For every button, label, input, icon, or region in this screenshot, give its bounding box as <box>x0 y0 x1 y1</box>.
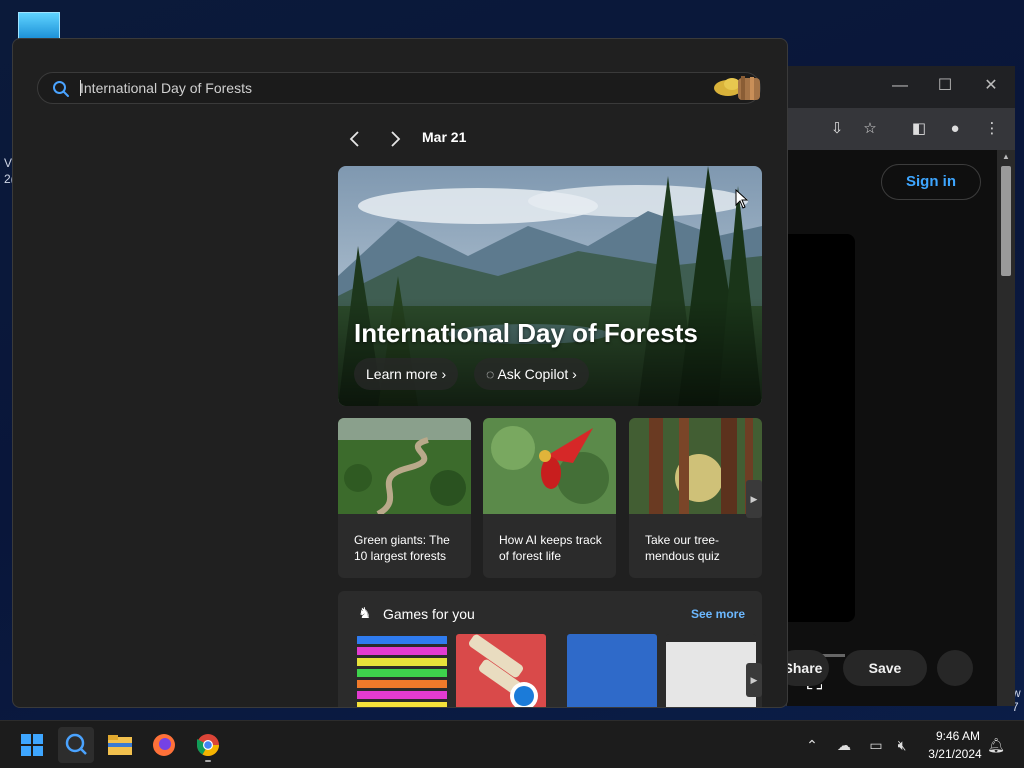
chevron-right-icon: › <box>572 366 577 382</box>
article-card[interactable]: Take our tree-mendous quiz <box>629 418 762 578</box>
video-player[interactable]: ⛶ <box>787 234 855 694</box>
games-section: ♞ Games for you See more ▶ <box>338 591 762 708</box>
scroll-up-arrow-icon[interactable]: ▲ <box>1000 152 1012 162</box>
save-button[interactable]: Save <box>843 650 927 686</box>
see-more-link[interactable]: See more <box>691 607 745 621</box>
chevron-right-icon: › <box>441 366 447 382</box>
taskbar: ⌃ ☁ ▭ 🔇︎ 9:46 AM 3/21/2024 🔔︎ <box>0 720 1024 768</box>
search-input[interactable] <box>80 73 680 103</box>
card-title: Take our tree-mendous quiz <box>645 533 720 563</box>
ask-copilot-label: Ask Copilot <box>497 366 569 382</box>
next-arrow-icon[interactable] <box>383 127 407 151</box>
desktop-text: V <box>4 156 13 170</box>
browser-content: Sign in ⛶ <box>787 150 997 706</box>
text-caret <box>80 80 81 96</box>
ask-copilot-button[interactable]: ◌ Ask Copilot › <box>474 358 589 390</box>
onedrive-offline-icon[interactable]: ☁ <box>834 735 854 755</box>
volume-muted-icon[interactable]: 🔇︎ <box>892 735 912 755</box>
redwood-forest-image <box>629 418 762 514</box>
chevron-up-icon[interactable]: ⌃ <box>802 735 822 755</box>
games-title: Games for you <box>383 606 475 622</box>
file-explorer-icon[interactable] <box>102 727 138 763</box>
card-title: Green giants: The 10 largest forests <box>354 533 450 563</box>
browser-toolbar: ⇩ ☆ ◧ ● ⋮ <box>787 108 1015 150</box>
notification-bell-icon[interactable]: 🔔︎ <box>986 735 1006 755</box>
side-panel-icon[interactable]: ◧ <box>908 118 930 140</box>
browser-window: — ☐ ✕ ⇩ ☆ ◧ ● ⋮ Sign in ⛶ ▲ Share Save <box>777 66 1015 706</box>
sign-in-button[interactable]: Sign in <box>881 164 981 200</box>
scrollbar[interactable]: ▲ <box>997 150 1015 706</box>
scroll-right-arrow-icon[interactable]: ▶ <box>746 480 762 518</box>
chrome-icon[interactable] <box>190 727 226 763</box>
card-title: How AI keeps track of forest life <box>499 533 602 563</box>
game-tile-blue[interactable] <box>567 634 657 708</box>
start-windows-icon[interactable] <box>14 727 50 763</box>
browser-titlebar: — ☐ ✕ <box>787 66 1015 108</box>
river-forest-image <box>338 418 471 514</box>
chess-piece-icon: ♞ <box>358 605 372 622</box>
hero-title: International Day of Forests <box>354 318 698 348</box>
menu-kebab-icon[interactable]: ⋮ <box>981 118 1003 140</box>
learn-more-button[interactable]: Learn more › <box>354 358 459 390</box>
hero-card[interactable]: International Day of Forests Learn more … <box>338 166 762 406</box>
previous-arrow-icon[interactable] <box>343 127 367 151</box>
game-tile-pool[interactable] <box>456 634 546 708</box>
game-tile-white[interactable] <box>666 634 756 708</box>
learn-more-label: Learn more <box>366 366 438 382</box>
desktop-icon[interactable] <box>18 12 60 40</box>
search-icon <box>53 81 69 97</box>
minimize-button[interactable]: — <box>887 74 913 98</box>
search-box[interactable] <box>37 72 761 104</box>
bookmark-star-icon[interactable]: ☆ <box>859 118 881 140</box>
firefox-icon[interactable] <box>146 727 182 763</box>
scroll-right-arrow-icon[interactable]: ▶ <box>746 663 762 697</box>
chat-bubble-icon: ◌ <box>486 366 498 382</box>
mouse-cursor-icon <box>735 189 749 209</box>
game-tile-color-sort[interactable] <box>357 634 447 708</box>
network-icon[interactable]: ▭ <box>866 735 886 755</box>
scroll-thumb[interactable] <box>1001 166 1011 276</box>
red-bird-image <box>483 418 616 514</box>
search-highlight-doodle-icon[interactable] <box>712 74 762 102</box>
clock-time[interactable]: 9:46 AM <box>928 729 988 743</box>
clock-date[interactable]: 3/21/2024 <box>920 747 990 761</box>
taskbar-search-icon[interactable] <box>58 727 94 763</box>
close-button[interactable]: ✕ <box>978 74 1004 98</box>
more-actions-button[interactable] <box>937 650 973 686</box>
install-app-icon[interactable]: ⇩ <box>826 118 848 140</box>
article-card[interactable]: How AI keeps track of forest life <box>483 418 616 578</box>
search-flyout: Mar 21 <box>12 38 788 708</box>
date-label: Mar 21 <box>422 129 467 145</box>
maximize-button[interactable]: ☐ <box>932 74 958 98</box>
article-card[interactable]: Green giants: The 10 largest forests <box>338 418 471 578</box>
profile-icon[interactable]: ● <box>944 118 966 140</box>
